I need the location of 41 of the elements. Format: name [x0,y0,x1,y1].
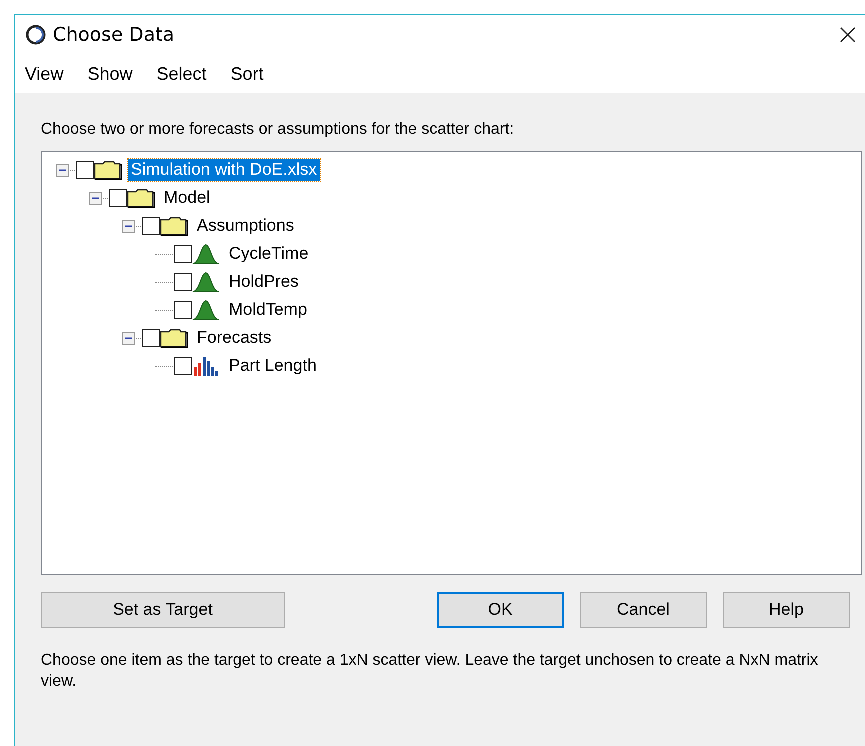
collapse-icon[interactable] [122,220,135,232]
checkbox[interactable] [109,189,127,207]
tree-item[interactable]: Forecasts [194,327,275,349]
bell-curve-icon [192,271,220,293]
checkbox[interactable] [174,245,192,263]
folder-icon [94,160,122,180]
menu-item[interactable]: Select [156,64,207,84]
window-title: Choose Data [53,24,175,46]
dialog-button[interactable]: Set as Target [41,592,285,628]
menu-item[interactable]: Show [88,64,133,84]
checkbox[interactable] [142,217,160,235]
tree-item[interactable]: Model [161,187,214,209]
dialog-button[interactable]: Help [723,592,850,628]
folder-icon [160,328,188,348]
app-logo-icon [25,24,47,46]
instruction-text: Choose two or more forecasts or assumptions for the scatter chart: [41,121,516,139]
tree-item[interactable]: Part Length [226,355,320,377]
checkbox[interactable] [76,161,94,179]
collapse-icon[interactable] [56,164,69,176]
menu-item[interactable]: Sort [230,64,264,84]
tree-item[interactable]: Assumptions [194,215,298,237]
checkbox[interactable] [174,357,192,375]
collapse-icon[interactable] [89,192,102,204]
checkbox[interactable] [142,329,160,347]
close-icon [839,26,857,44]
dialog-button[interactable]: Cancel [580,592,707,628]
collapse-icon[interactable] [122,332,135,344]
bell-curve-icon [192,299,220,321]
folder-icon [160,216,188,236]
tree-item[interactable]: Simulation with DoE.xlsx [128,159,320,181]
dialog-button[interactable]: OK [437,592,564,628]
checkbox[interactable] [174,273,192,291]
bar-chart-icon [192,355,220,377]
checkbox[interactable] [174,301,192,319]
tree-item[interactable]: CycleTime [226,243,312,265]
tree-item[interactable]: HoldPres [226,271,302,293]
menu-item[interactable]: View [25,64,64,84]
folder-icon [127,188,155,208]
hint-text: Choose one item as the target to create a 1xN scatter view. Leave the target unchosen to create a NxN matrix view. [41,651,820,692]
bell-curve-icon [192,243,220,265]
tree-item[interactable]: MoldTemp [226,299,310,321]
